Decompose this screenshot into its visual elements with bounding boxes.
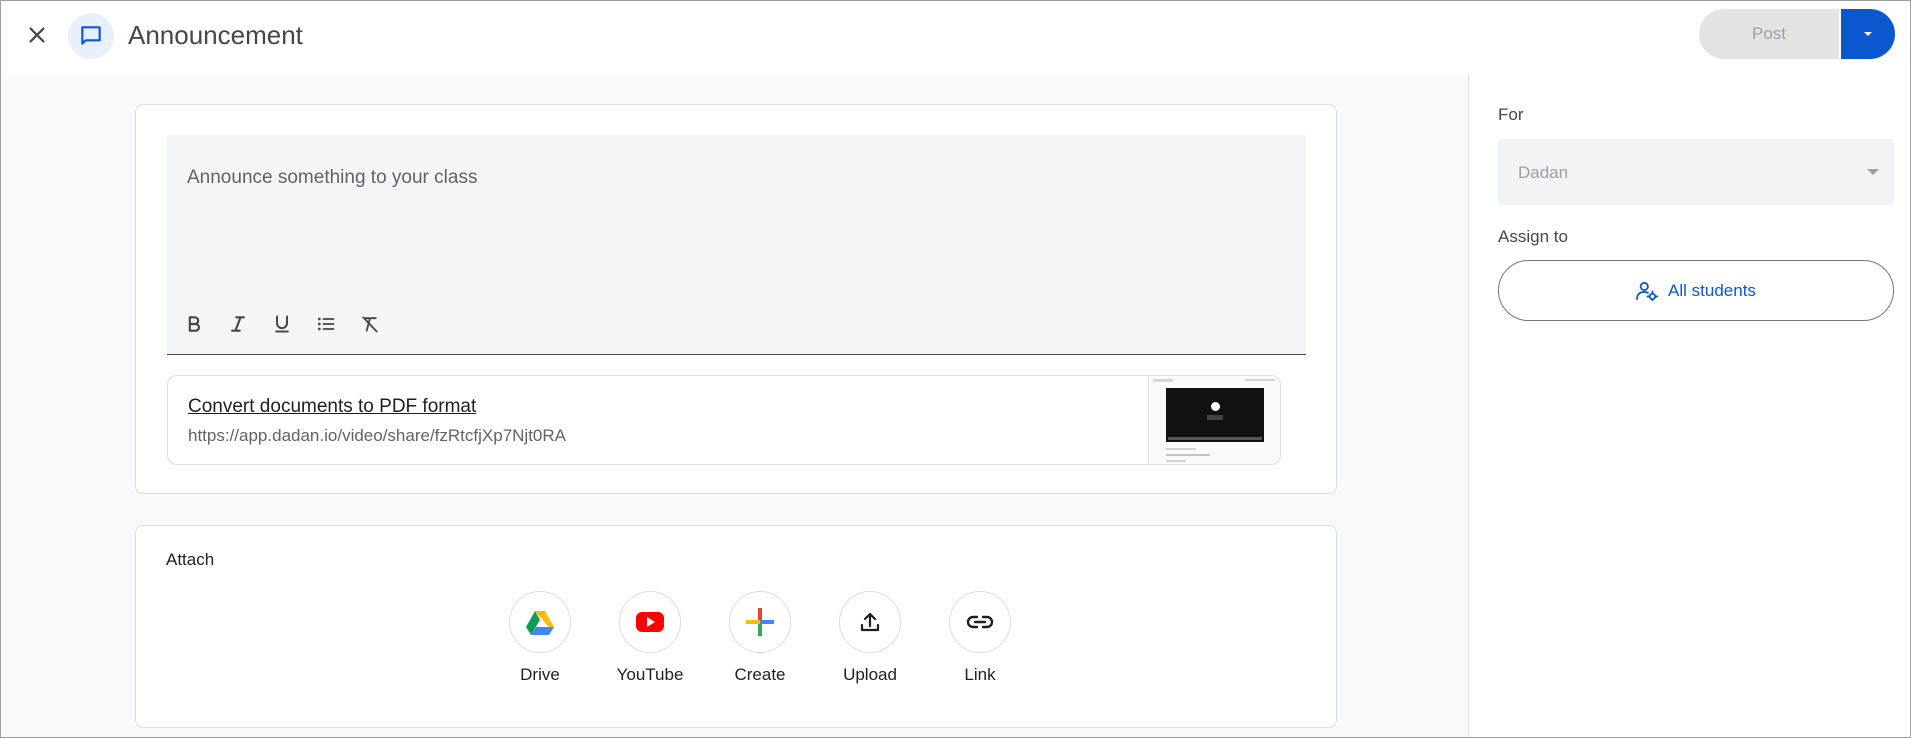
attach-upload-circle[interactable] [839, 591, 901, 653]
settings-panel: For Dadan Assign to All students [1468, 74, 1910, 737]
link-url: https://app.dadan.io/video/share/fzRtcfj… [188, 426, 566, 445]
attach-link-label: Link [964, 665, 996, 684]
clear-formatting-icon [362, 316, 378, 333]
italic-icon [231, 316, 245, 332]
bold-button[interactable] [177, 307, 211, 341]
attach-card: Attach Drive YouTube Create Upload Link [135, 525, 1337, 728]
link-title[interactable]: Convert documents to PDF format [188, 396, 476, 418]
editor-placeholder: Announce something to your class [187, 167, 478, 188]
caret-down-icon [1864, 32, 1872, 36]
assign-students-button[interactable]: All students [1498, 260, 1894, 321]
attach-heading: Attach [166, 550, 215, 569]
attach-link-button[interactable]: Link [925, 591, 1035, 685]
bulleted-list-button[interactable] [309, 307, 343, 341]
post-button-group: Post [1699, 9, 1895, 59]
announcement-badge [68, 13, 114, 59]
google-drive-icon [526, 610, 554, 635]
link-attachment-card[interactable]: Convert documents to PDF format https://… [167, 375, 1281, 465]
page-title: Announcement [128, 20, 303, 50]
upload-icon [860, 612, 880, 632]
attach-youtube-label: YouTube [616, 665, 684, 684]
assign-students-label: All students [1668, 280, 1756, 300]
attach-create-label: Create [734, 665, 786, 684]
attach-youtube-circle[interactable] [619, 591, 681, 653]
underline-button[interactable] [265, 307, 299, 341]
top-bar: Announcement Post [1, 1, 1910, 74]
underline-icon [275, 315, 289, 333]
italic-button[interactable] [221, 307, 255, 341]
attach-drive-circle[interactable] [509, 591, 571, 653]
main-content: Announce something to your class Convert… [2, 74, 1468, 737]
bold-icon [188, 316, 200, 332]
attach-youtube-button[interactable]: YouTube [595, 591, 705, 685]
close-icon [29, 27, 45, 43]
youtube-icon [636, 612, 664, 632]
attach-options: Drive YouTube Create Upload Link [485, 591, 1035, 685]
for-label: For [1498, 105, 1524, 124]
attach-drive-label: Drive [520, 665, 560, 684]
app-window: Announcement Post Announce something to … [0, 0, 1911, 738]
formatting-toolbar [177, 307, 387, 341]
attach-drive-button[interactable]: Drive [485, 591, 595, 685]
manage-students-icon [1636, 281, 1659, 301]
attach-create-circle[interactable] [729, 591, 791, 653]
link-thumbnail [1148, 376, 1280, 464]
clear-formatting-button[interactable] [353, 307, 387, 341]
attach-link-circle[interactable] [949, 591, 1011, 653]
post-options-button[interactable] [1841, 9, 1895, 59]
close-button[interactable] [17, 15, 57, 55]
post-button[interactable]: Post [1699, 9, 1839, 59]
link-icon [966, 615, 994, 629]
compose-card: Announce something to your class Convert… [135, 104, 1337, 494]
chat-bubble-icon [81, 26, 101, 45]
assign-label: Assign to [1498, 227, 1568, 246]
attach-upload-button[interactable]: Upload [815, 591, 925, 685]
plus-icon [746, 608, 774, 636]
announcement-editor[interactable]: Announce something to your class [167, 135, 1306, 355]
class-select[interactable]: Dadan [1498, 139, 1894, 205]
bulleted-list-icon [318, 317, 335, 331]
attach-upload-label: Upload [843, 665, 897, 684]
class-select-value: Dadan [1518, 163, 1569, 182]
caret-down-icon [1867, 169, 1879, 175]
attach-create-button[interactable]: Create [705, 591, 815, 685]
